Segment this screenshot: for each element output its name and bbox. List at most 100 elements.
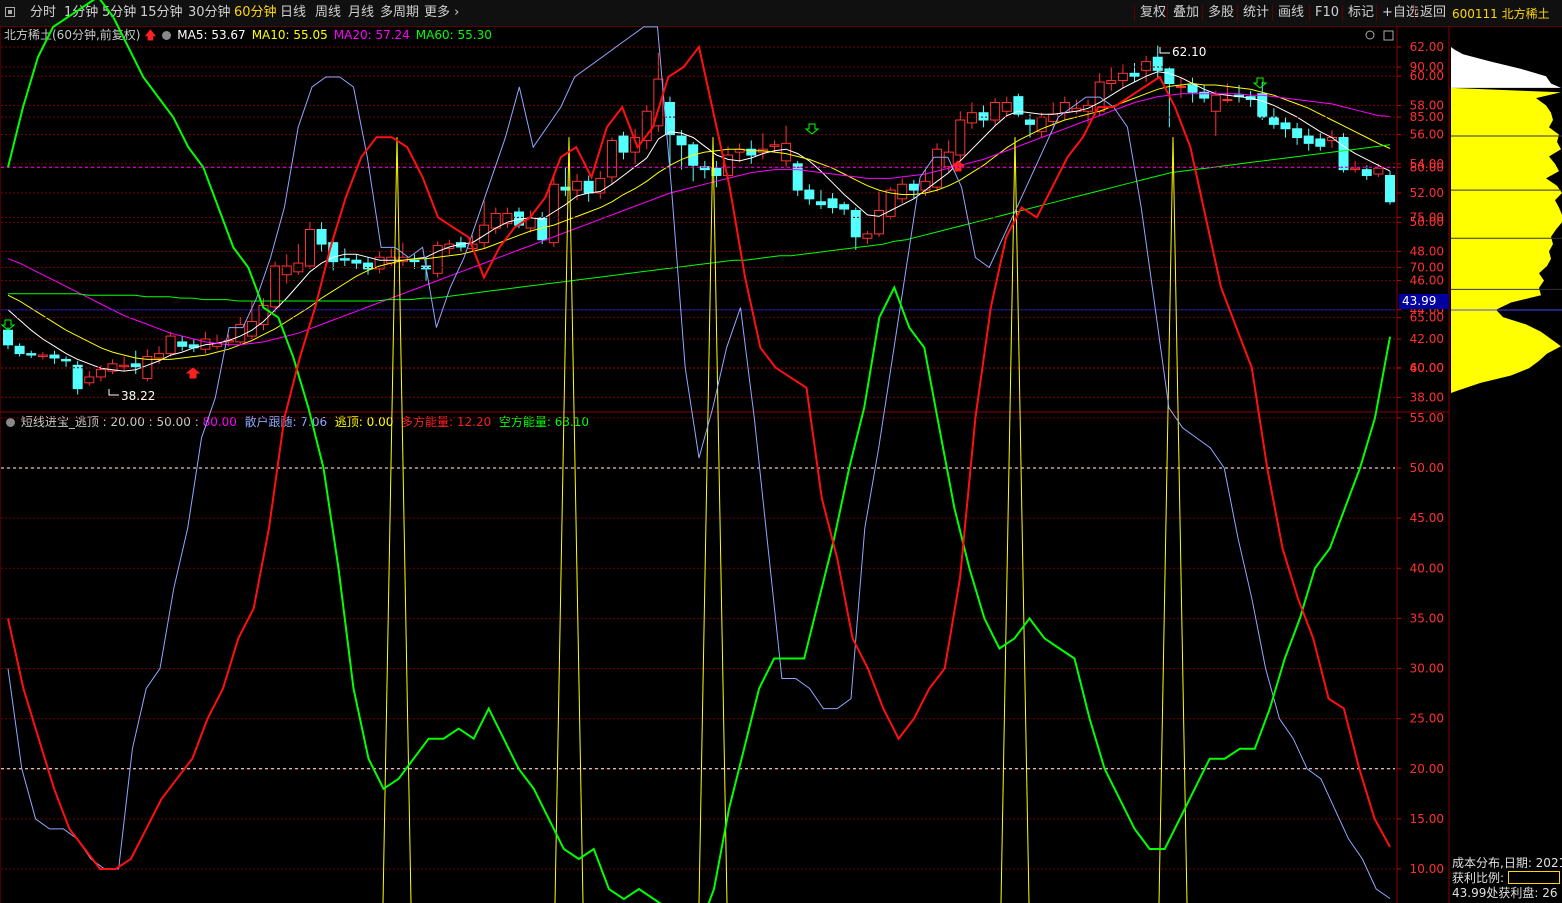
cost-dist-date: 成本分布,日期: 2021 [1452, 856, 1562, 870]
candle-body [1361, 169, 1372, 176]
candle-body [572, 180, 583, 191]
candle-body [1268, 116, 1279, 125]
candle-body [966, 112, 977, 124]
low-price-label: 38.22 [121, 389, 155, 403]
ma-line-ma60 [8, 144, 1391, 302]
candle-body [1350, 167, 1361, 171]
candle-body [1315, 138, 1326, 147]
candle-body [177, 341, 188, 347]
candle-body [1187, 84, 1198, 93]
retail-follow-line [7, 26, 1391, 899]
cost-profile-loss [1451, 47, 1561, 88]
candle-body [1292, 128, 1303, 139]
escape-spike [1158, 137, 1188, 903]
candle-body [560, 186, 571, 191]
candle-body [84, 376, 95, 384]
candle-body [862, 233, 873, 239]
ind-axis-label: 65.00 [1410, 311, 1444, 325]
ind-axis-label: 90.00 [1410, 60, 1444, 74]
signal-arrow-icon [185, 367, 201, 379]
ind-axis-label: 80.00 [1410, 160, 1444, 174]
candle-body [95, 369, 106, 378]
candle-body [1164, 68, 1175, 85]
candle-body [1001, 101, 1012, 112]
ind-axis-label: 10.00 [1410, 862, 1444, 876]
candle-body [897, 183, 908, 200]
candle-body [1210, 94, 1221, 112]
candle-body [815, 201, 826, 206]
chevron-icon [1365, 30, 1375, 40]
candle-body [153, 353, 164, 359]
profit-ratio-bar [1508, 871, 1561, 884]
candle-body [839, 204, 850, 210]
candle-body [1024, 119, 1035, 125]
candle-body [955, 119, 966, 156]
candle-body [3, 329, 13, 346]
candle-body [769, 144, 780, 147]
ind-axis-label: 70.00 [1410, 261, 1444, 275]
candle-body [1373, 167, 1384, 175]
candle-body [781, 142, 792, 162]
candle-body [920, 180, 931, 191]
ind-axis-label: 60.00 [1410, 361, 1444, 375]
price-axis-label: 52.00 [1410, 186, 1444, 200]
candle-body [1106, 80, 1117, 85]
ind-axis-label: 55.00 [1410, 411, 1444, 425]
ind-axis-label: 45.00 [1410, 511, 1444, 525]
candle-body [978, 112, 989, 121]
low-marker [108, 389, 119, 396]
cost-profile-profit [1451, 87, 1562, 394]
ind-axis-label: 75.00 [1410, 210, 1444, 224]
kline-chart[interactable]: 62.0060.0058.0056.0054.0052.0050.0048.00… [0, 0, 1562, 903]
candle-body [363, 262, 374, 270]
price-axis-label: 38.00 [1410, 390, 1444, 404]
candle-body [37, 354, 48, 358]
candle-body [1338, 137, 1349, 171]
candle-body [1257, 93, 1268, 118]
escape-spike [698, 137, 728, 903]
ind-axis-label: 20.00 [1410, 762, 1444, 776]
candle-body [1036, 116, 1047, 133]
candle-body [850, 210, 861, 238]
signal-arrow-icon [804, 123, 820, 135]
ind-axis-label: 15.00 [1410, 812, 1444, 826]
candle-body [72, 364, 83, 390]
candle-body [827, 198, 838, 209]
price-axis-label: 46.00 [1410, 274, 1444, 288]
candle-body [1303, 135, 1314, 144]
candle-body [1280, 122, 1291, 130]
profit-line: 43.99处获利盘: 26 [1452, 886, 1558, 900]
candle-body [618, 135, 629, 153]
candle-body [595, 177, 606, 194]
candle-body [61, 358, 72, 362]
candle-body [130, 363, 141, 368]
candle-body [1129, 72, 1140, 77]
high-marker [1159, 47, 1170, 54]
candle-body [1059, 101, 1070, 114]
candle-body [1199, 91, 1210, 99]
candle-body [1117, 72, 1128, 82]
candle-body [304, 229, 315, 267]
candle-body [1141, 61, 1152, 71]
cost-distribution-info: 成本分布,日期: 2021 获利比例: 43.99处获利盘: 26 [1452, 856, 1562, 901]
escape-spike [382, 137, 412, 903]
price-axis-label: 56.00 [1410, 128, 1444, 142]
candle-body [606, 139, 617, 178]
candle-body [676, 135, 687, 146]
profit-ratio-row: 获利比例: [1452, 871, 1562, 886]
candle-body [119, 364, 130, 368]
candle-body [490, 212, 501, 229]
candle-body [1385, 174, 1395, 203]
ind-axis-label: 25.00 [1410, 712, 1444, 726]
escape-spike [1000, 137, 1030, 903]
candle-body [409, 259, 420, 263]
candle-body [246, 320, 257, 337]
candle-body [1222, 99, 1233, 102]
candle-body [874, 210, 885, 235]
candle-body [14, 345, 25, 355]
escape-spike [554, 137, 584, 903]
ind-axis-label: 85.00 [1410, 110, 1444, 124]
candle-body [49, 354, 60, 359]
candle-body [1175, 85, 1186, 88]
candle-body [165, 335, 176, 355]
